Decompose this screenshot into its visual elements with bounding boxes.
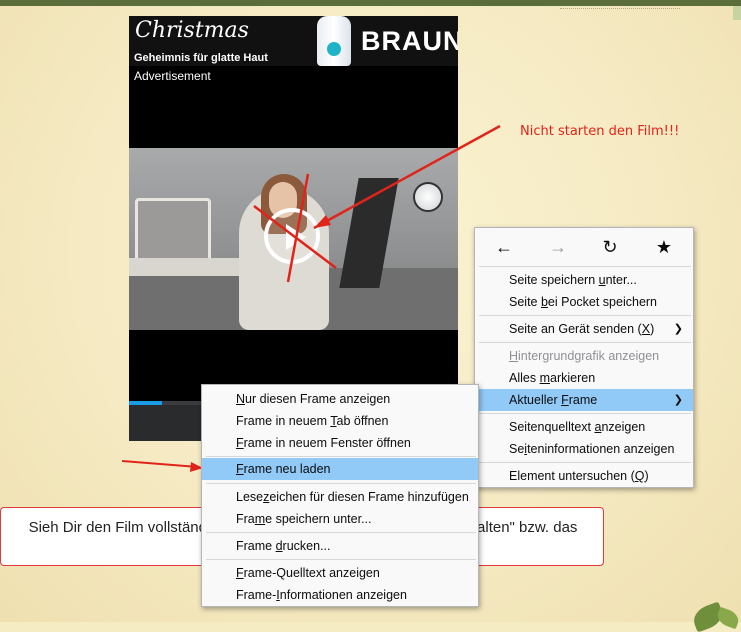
brand-logo: BRAUN: [361, 26, 458, 56]
context-nav-row: ← → ↻ ★: [475, 228, 693, 266]
arrow-left-icon[interactable]: ←: [493, 237, 515, 257]
submenu-arrow-icon: ❯: [673, 323, 683, 335]
submenu-arrow-icon: ❯: [673, 394, 683, 406]
star-icon[interactable]: ★: [653, 237, 675, 257]
menu-separator: [479, 266, 691, 267]
menu-item-select-all[interactable]: Alles markieren: [475, 367, 693, 389]
menu-separator: [479, 342, 691, 343]
menu-separator: [479, 315, 691, 316]
video-scene-lamp: [413, 182, 443, 212]
corner-decoration: [733, 6, 741, 20]
menu-item-inspect-element[interactable]: Element untersuchen (Q): [475, 465, 693, 487]
menu-separator: [206, 483, 476, 484]
page-context-menu[interactable]: ← → ↻ ★ Seite speichern unter... Seite b…: [474, 227, 694, 488]
advertisement-label: Advertisement: [134, 69, 211, 83]
menu-item-bookmark-frame[interactable]: Lesezeichen für diesen Frame hinzufügen: [202, 486, 478, 508]
menu-item-current-frame[interactable]: Aktueller Frame ❯: [475, 389, 693, 411]
menu-separator: [206, 456, 476, 457]
frame-submenu[interactable]: Nur diesen Frame anzeigen Frame in neuem…: [201, 384, 479, 607]
menu-item-frame-source[interactable]: Frame-Quelltext anzeigen: [202, 562, 478, 584]
menu-item-show-only-frame[interactable]: Nur diesen Frame anzeigen: [202, 388, 478, 410]
product-image: [317, 16, 351, 66]
arrow-right-icon[interactable]: →: [547, 237, 569, 257]
menu-item-save-to-pocket[interactable]: Seite bei Pocket speichern: [475, 291, 693, 313]
menu-separator: [479, 413, 691, 414]
menu-item-view-source[interactable]: Seitenquelltext anzeigen: [475, 416, 693, 438]
menu-item-reload-frame[interactable]: Frame neu laden: [202, 458, 478, 480]
video-scene-mirror: [135, 198, 211, 264]
ad-tagline: Geheimnis für glatte Haut: [134, 52, 268, 64]
menu-item-show-background: Hintergrundgrafik anzeigen: [509, 349, 660, 363]
decorative-dots: [560, 8, 680, 11]
menu-item-frame-new-tab[interactable]: Frame in neuem Tab öffnen: [202, 410, 478, 432]
annotation-note: Nicht starten den Film!!!: [520, 124, 680, 139]
menu-item-send-to-device[interactable]: Seite an Gerät senden (X) ❯: [475, 318, 693, 340]
menu-separator: [206, 532, 476, 533]
ad-banner[interactable]: Christmas Geheimnis für glatte Haut BRAU…: [129, 16, 458, 66]
menu-item-save-frame[interactable]: Frame speichern unter...: [202, 508, 478, 530]
reload-icon[interactable]: ↻: [599, 237, 621, 257]
menu-separator: [479, 462, 691, 463]
menu-item-save-page[interactable]: Seite speichern unter...: [475, 269, 693, 291]
video-progress-fill: [129, 401, 162, 405]
menu-item-frame-new-window[interactable]: Frame in neuem Fenster öffnen: [202, 432, 478, 454]
ad-brand-script: Christmas: [135, 18, 249, 43]
menu-item-frame-info[interactable]: Frame-Informationen anzeigen: [202, 584, 478, 606]
ad-frame[interactable]: Christmas Geheimnis für glatte Haut BRAU…: [129, 16, 458, 441]
menu-separator: [206, 559, 476, 560]
menu-item-page-info[interactable]: Seiteninformationen anzeigen: [475, 438, 693, 460]
play-button-icon[interactable]: [264, 208, 320, 264]
menu-item-print-frame[interactable]: Frame drucken...: [202, 535, 478, 557]
